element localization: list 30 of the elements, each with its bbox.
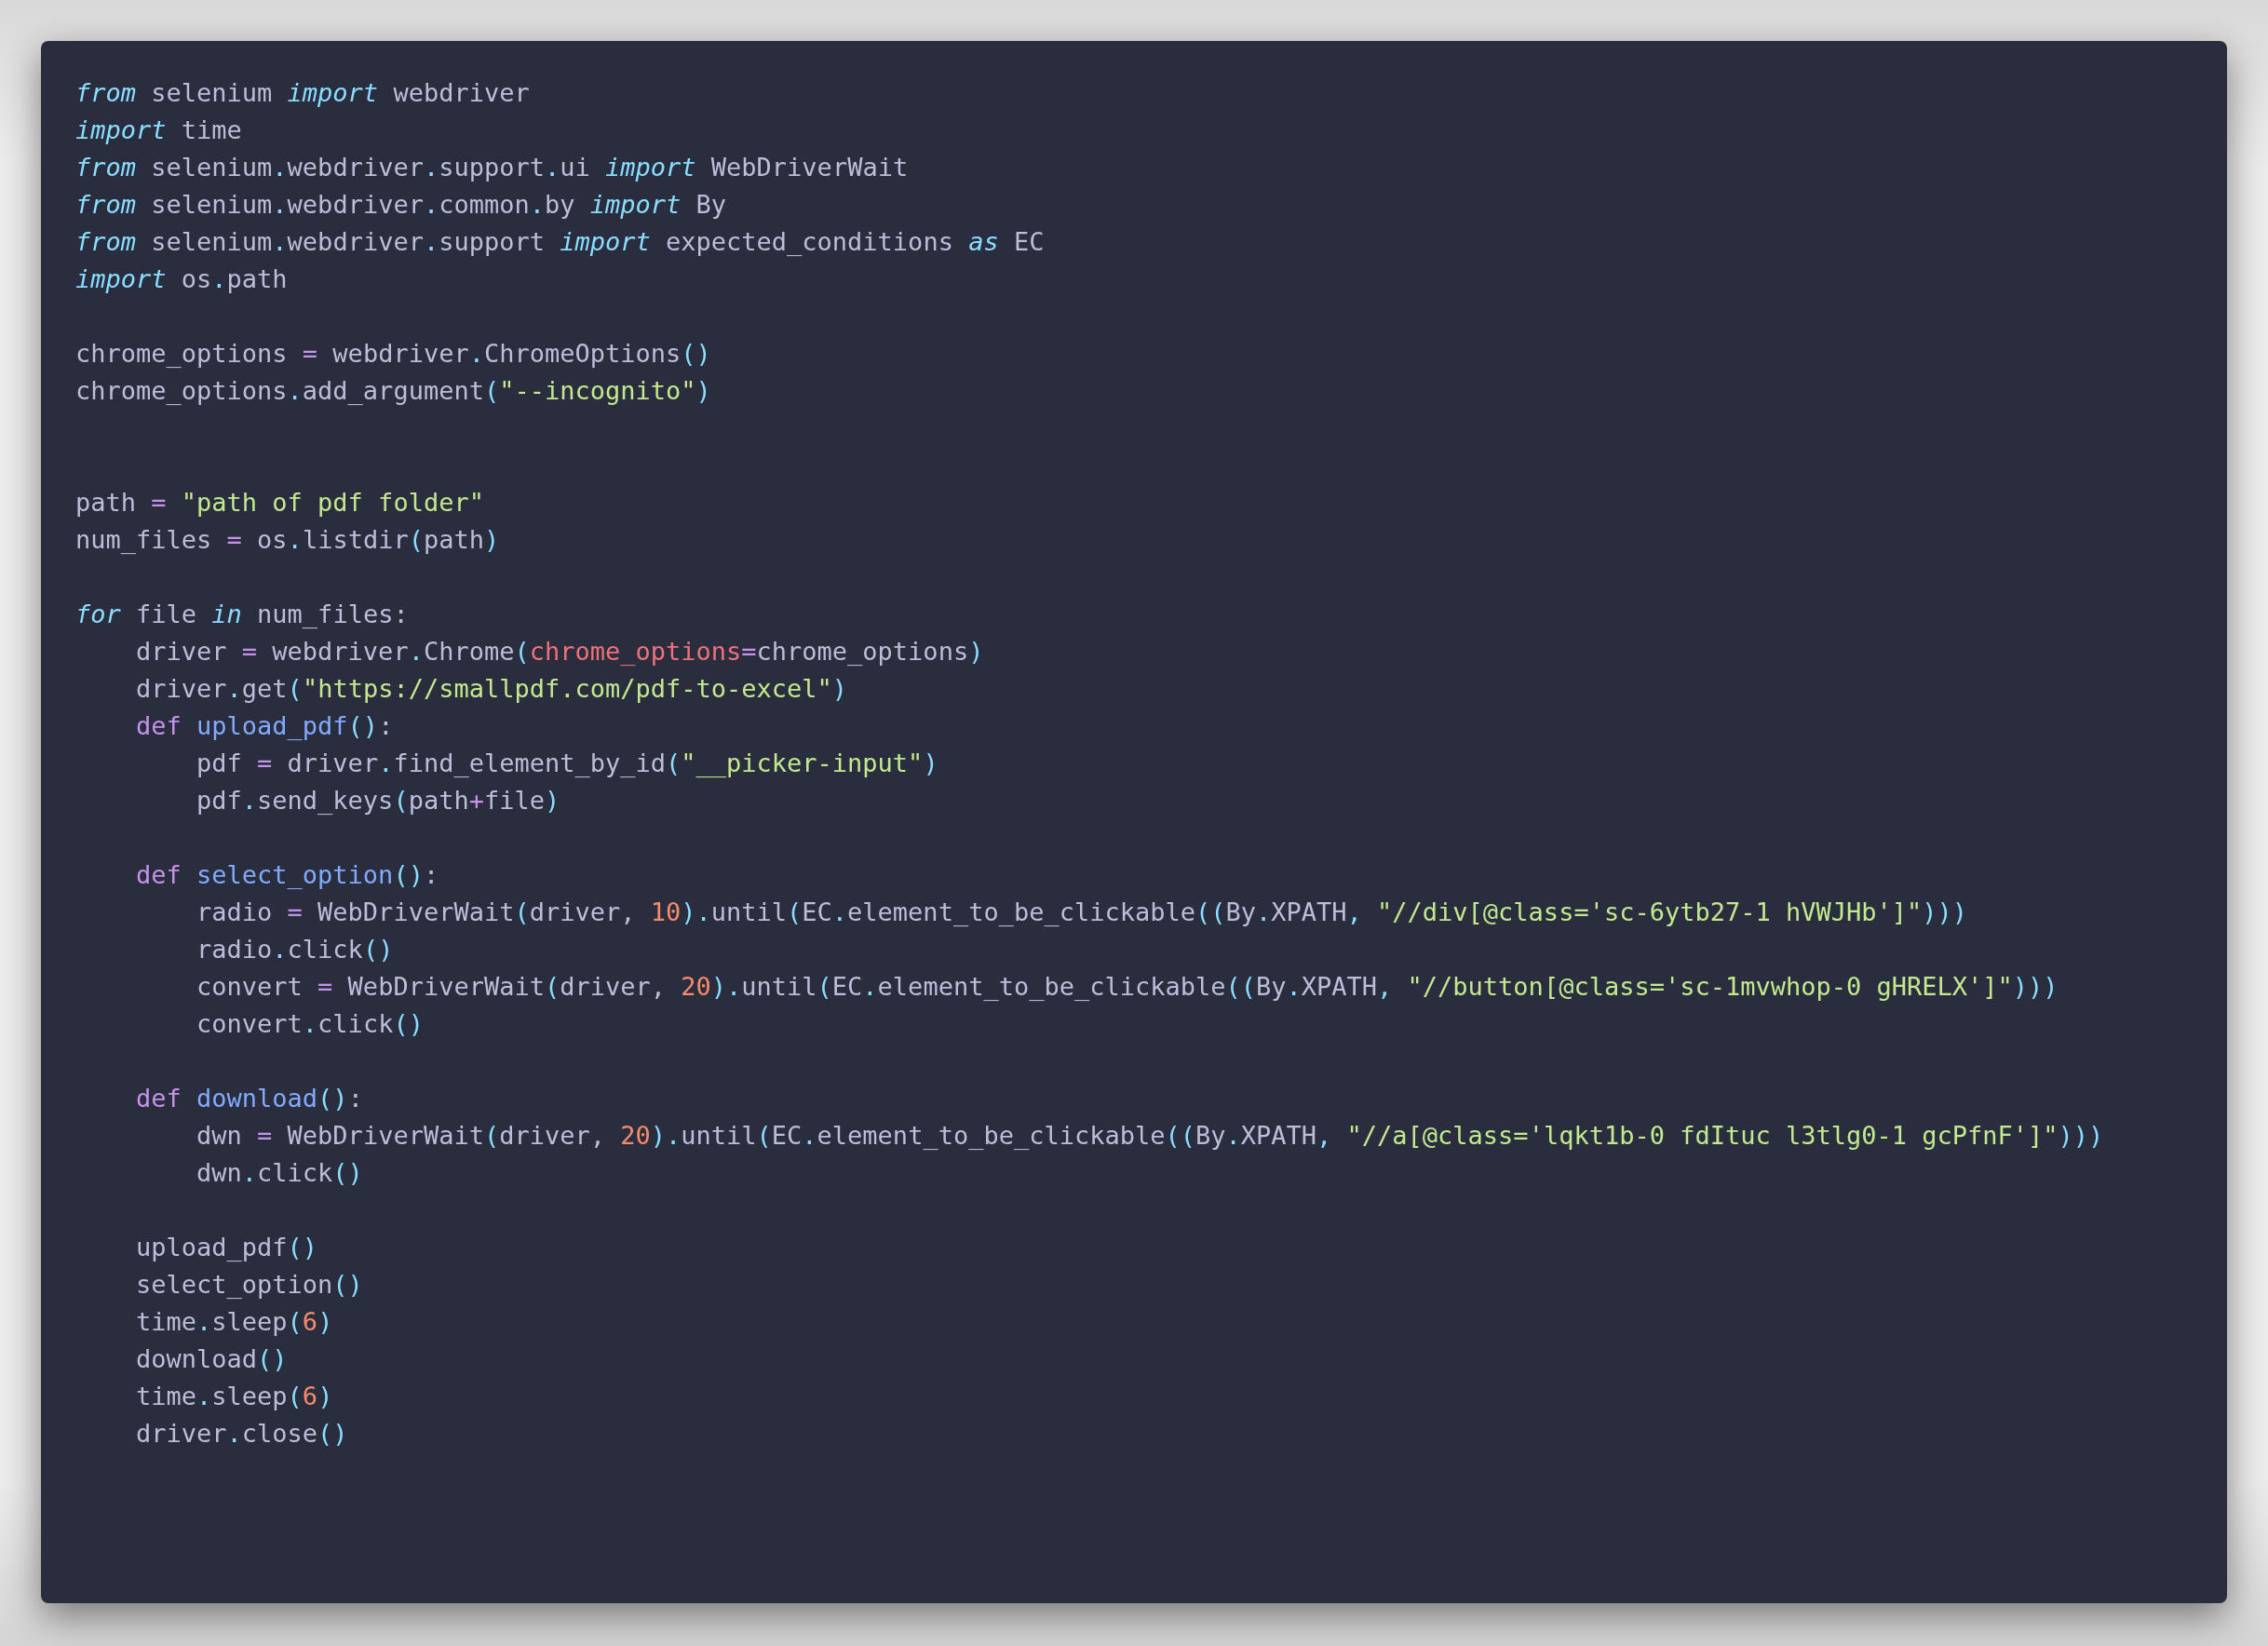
code-line: path = "path of pdf folder" (75, 487, 484, 519)
code-line: radio.click() (196, 934, 394, 965)
code-line: num_files = os.listdir(path) (75, 524, 500, 556)
code-line: for file in num_files: (75, 599, 409, 630)
code-line: def select_option(): (135, 859, 439, 891)
code-line: from selenium.webdriver.support import expected_conditions as EC (75, 226, 1045, 258)
code-line: time.sleep(6) (135, 1381, 333, 1412)
code-line: pdf.send_keys(path+file) (196, 785, 560, 816)
code-line: convert = WebDriverWait(driver, 20).until(EC.element_to_be_clickable((By.XPATH, "//button[@class='sc-1mvwhop-0 gHRELX']"))) (196, 971, 2059, 1003)
code-line: from selenium.webdriver.common.by import By (75, 189, 727, 221)
code-line: time.sleep(6) (135, 1306, 333, 1338)
code-line: from selenium import webdriver (75, 77, 530, 109)
code-line: pdf = driver.find_element_by_id("__picker-input") (196, 748, 938, 779)
code-line: def upload_pdf(): (135, 710, 394, 742)
code-line: driver.close() (135, 1418, 348, 1450)
code-line: dwn.click() (196, 1157, 363, 1189)
code-line: chrome_options = webdriver.ChromeOptions() (75, 338, 711, 370)
code-line: convert.click() (196, 1008, 424, 1040)
code-line: import os.path (75, 263, 288, 295)
code-line: chrome_options.add_argument("--incognito") (75, 375, 711, 407)
code-line: download() (135, 1343, 288, 1375)
code-line: upload_pdf() (135, 1232, 318, 1263)
code-line: driver.get("https://smallpdf.com/pdf-to-excel") (135, 673, 848, 705)
code-line: radio = WebDriverWait(driver, 10).until(EC.element_to_be_clickable((By.XPATH, "//div[@class='sc-6ytb27-1 hVWJHb']"))) (196, 897, 1968, 928)
code-line: dwn = WebDriverWait(driver, 20).until(EC.element_to_be_clickable((By.XPATH, "//a[@class='lqkt1b-0 fdItuc l3tlg0-1 gcPfnF']"))) (196, 1120, 2104, 1152)
code-line: import time (75, 115, 242, 146)
code-line: driver = webdriver.Chrome(chrome_options=chrome_options) (135, 636, 984, 668)
code-line: def download(): (135, 1083, 363, 1114)
code-line: from selenium.webdriver.support.ui import WebDriverWait (75, 152, 909, 183)
code-line: select_option() (135, 1269, 363, 1301)
